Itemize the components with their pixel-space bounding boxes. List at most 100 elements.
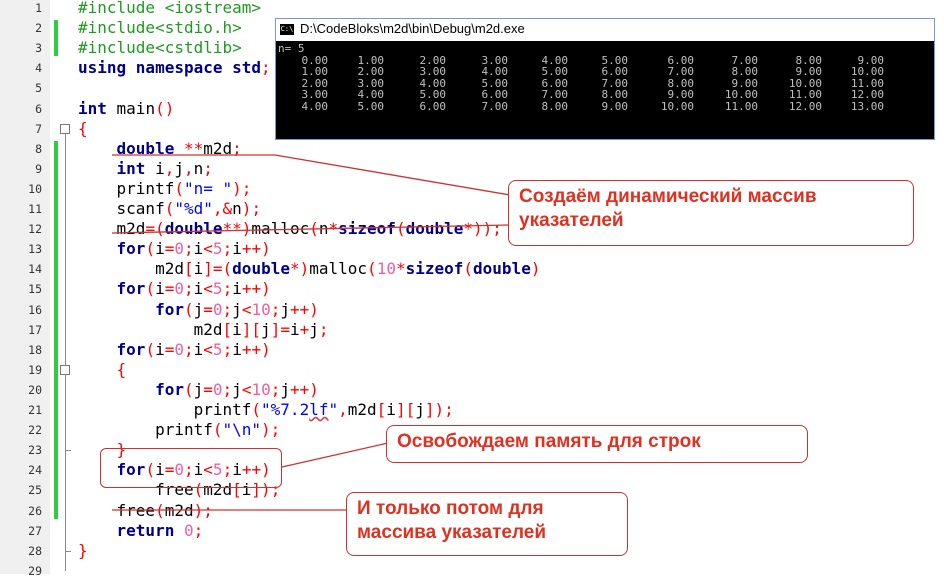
console-value: 13.00	[850, 99, 884, 113]
code-token: (	[222, 259, 233, 279]
code-token: +	[299, 319, 310, 339]
code-token: "n= "	[183, 178, 233, 198]
code-token: ))	[473, 219, 493, 239]
code-token: i	[193, 279, 204, 299]
code-token: "%d"	[174, 199, 213, 218]
code-token: )	[261, 239, 271, 259]
console-value: 8.00	[541, 99, 569, 113]
code-token: main	[106, 98, 156, 118]
callout-free-rows: Освобождаем память для строк	[386, 425, 808, 463]
code-token: 5	[212, 339, 223, 359]
code-token: i	[193, 259, 204, 279]
code-token: double	[232, 259, 290, 279]
fold-toggle-loop[interactable]	[60, 364, 70, 375]
code-token: ++	[241, 339, 262, 359]
code-token: j	[174, 158, 184, 178]
code-token: <	[241, 299, 252, 319]
code-token: malloc	[251, 219, 310, 239]
code-token: i	[155, 339, 165, 359]
code-token: ;	[222, 279, 233, 299]
console-value: 10.00	[660, 99, 694, 113]
code-token: <	[203, 339, 213, 359]
console-title: D:\CodeBloks\m2d\bin\Debug\m2d.exe	[300, 21, 525, 36]
line-number: 5	[35, 81, 42, 96]
line-number: 15	[28, 282, 42, 297]
code-line: m2d=(double**)malloc(n*sizeof(double*));	[78, 219, 502, 239]
code-token: "	[328, 400, 339, 419]
code-token: ;	[222, 379, 233, 399]
code-token: ])	[424, 400, 445, 419]
code-line: printf("\n");	[78, 420, 280, 440]
code-token: printf	[78, 178, 175, 198]
code-token: double	[164, 219, 223, 239]
code-token: m2d	[78, 219, 146, 239]
line-number: 11	[28, 202, 42, 216]
console-window[interactable]: C:\ D:\CodeBloks\m2d\bin\Debug\m2d.exe n…	[275, 18, 935, 140]
code-token: 5	[212, 279, 223, 299]
code-token: (	[174, 178, 184, 198]
code-token: lf	[309, 400, 329, 419]
code-line: double **m2d;	[78, 139, 242, 159]
code-token: n	[318, 219, 329, 239]
line-number: 12	[28, 222, 42, 237]
console-prompt-line: n= 5	[278, 42, 305, 55]
code-line: using namespace std;	[78, 58, 271, 78]
code-token: =	[164, 339, 175, 359]
line-number: 20	[28, 382, 42, 397]
code-token: {	[116, 359, 127, 379]
code-token: i	[145, 158, 165, 178]
code-token: j	[232, 299, 242, 319]
code-token: scanf	[78, 199, 165, 218]
code-token: *	[463, 219, 474, 239]
code-token: (	[164, 199, 175, 218]
code-token: sizeof	[405, 259, 464, 279]
code-token: using namespace	[78, 58, 233, 78]
code-token: 0	[212, 379, 223, 399]
code-token: (	[145, 279, 156, 299]
code-token: <	[241, 379, 252, 399]
code-token: )	[261, 279, 271, 299]
code-token: (	[183, 299, 194, 319]
changed-lines-marker	[54, 140, 58, 519]
line-number: 3	[35, 41, 42, 56]
fold-toggle-main[interactable]	[60, 123, 70, 134]
code-token: )	[530, 259, 541, 279]
console-value: 6.00	[419, 99, 447, 113]
code-token: 10	[251, 379, 271, 399]
code-line: int main()	[78, 99, 174, 119]
line-number: 8	[35, 141, 42, 156]
code-token: (	[145, 239, 156, 259]
code-token: ++	[241, 239, 262, 259]
code-token: 0	[183, 520, 194, 540]
console-value: 12.00	[788, 99, 822, 113]
code-token: ;	[222, 239, 233, 259]
code-token: int	[116, 158, 146, 178]
code-token: ,	[338, 400, 348, 419]
code-line: for(j=0;j<10;j++)	[78, 300, 319, 320]
line-number: 25	[28, 483, 42, 498]
code-token: ][	[241, 319, 262, 339]
code-token: i	[193, 339, 204, 359]
console-output: n= 5 0.00 1.00 2.00 3.00 4.00 5.00 6.00 7.00 8.0…	[278, 43, 932, 137]
code-token: ;	[222, 339, 233, 359]
console-title-bar[interactable]: C:\ D:\CodeBloks\m2d\bin\Debug\m2d.exe	[276, 19, 934, 41]
code-token: <	[203, 239, 213, 259]
code-token: return	[116, 520, 175, 540]
console-value: 9.00	[601, 99, 629, 113]
code-line: #include<cstdlib>	[78, 38, 242, 58]
line-number: 23	[28, 443, 42, 458]
code-token: ;	[232, 138, 242, 158]
code-token: ;	[184, 279, 194, 299]
line-number: 10	[28, 181, 42, 196]
code-token: ;	[241, 178, 252, 198]
code-token: printf	[78, 400, 252, 419]
code-token: j	[280, 379, 290, 399]
code-line: for(j=0;j<10;j++)	[78, 380, 319, 400]
code-token: for	[155, 379, 184, 399]
